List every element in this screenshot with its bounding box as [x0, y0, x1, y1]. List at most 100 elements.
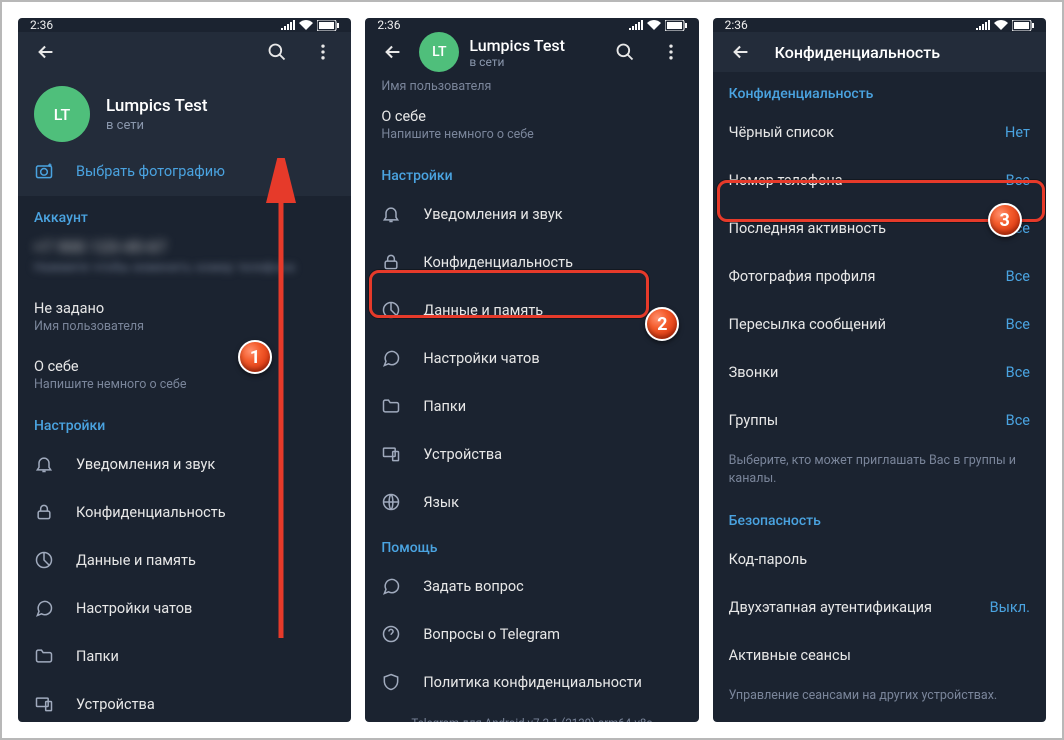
privacy-photo[interactable]: Фотография профиля Все [713, 252, 1046, 300]
arrow-left-icon [730, 41, 752, 63]
choose-photo-label: Выбрать фотографию [76, 163, 335, 180]
folder-icon [34, 646, 54, 666]
security-sessions[interactable]: Активные сеансы [713, 631, 1046, 679]
chat-question-icon [381, 576, 401, 596]
section-privacy: Конфиденциальность [713, 72, 1046, 108]
settings-folders[interactable]: Папки [18, 632, 351, 680]
screen-2-settings-scrolled: 2:36 LT Lumpics Test в сети Имя п [365, 18, 698, 722]
globe-icon [381, 492, 401, 512]
page-title: Конфиденциальность [767, 43, 940, 62]
profile-name: Lumpics Test [106, 96, 208, 116]
wifi-icon [994, 20, 1008, 30]
choose-photo-row[interactable]: Выбрать фотографию [18, 152, 351, 196]
more-button[interactable] [651, 32, 691, 72]
lock-icon [34, 502, 54, 522]
arrow-left-icon [382, 41, 404, 63]
folder-icon [381, 396, 401, 416]
arrow-left-icon [35, 41, 57, 63]
step-badge-3: 3 [988, 203, 1022, 237]
toolbar-status: в сети [469, 55, 598, 69]
security-twofa[interactable]: Двухэтапная аутентификация Выкл. [713, 583, 1046, 631]
status-icons [281, 20, 339, 31]
settings-notifications[interactable]: Уведомления и звук [365, 190, 698, 238]
settings-privacy[interactable]: Конфиденциальность [365, 238, 698, 286]
section-security: Безопасность [713, 499, 1046, 535]
section-account: Аккаунт [18, 196, 351, 232]
security-passcode[interactable]: Код-пароль [713, 535, 1046, 583]
avatar-small[interactable]: LT [419, 32, 459, 72]
more-vertical-icon [313, 42, 333, 62]
phone-row-blurred[interactable]: +7 900 123-45-67 Нажмите чтобы изменить … [18, 232, 351, 288]
step-badge-1: 1 [238, 340, 272, 374]
help-faq[interactable]: Вопросы о Telegram [365, 610, 698, 658]
status-icons [629, 20, 687, 31]
toolbar [18, 32, 351, 72]
username-sub: Имя пользователя [34, 319, 335, 334]
search-icon [267, 42, 287, 62]
section-settings: Настройки [365, 154, 698, 190]
section-help: Помощь [365, 526, 698, 562]
battery-icon [317, 20, 339, 31]
search-button[interactable] [257, 32, 297, 72]
settings-chat[interactable]: Настройки чатов [18, 584, 351, 632]
battery-icon [1012, 20, 1034, 31]
settings-chat[interactable]: Настройки чатов [365, 334, 698, 382]
privacy-blacklist[interactable]: Чёрный список Нет [713, 108, 1046, 156]
chat-icon [381, 348, 401, 368]
more-button[interactable] [303, 32, 343, 72]
settings-devices[interactable]: Устройства [365, 430, 698, 478]
username-value: Не задано [34, 300, 335, 317]
toolbar-name: Lumpics Test [469, 36, 598, 55]
privacy-forward[interactable]: Пересылка сообщений Все [713, 300, 1046, 348]
back-button[interactable] [373, 32, 413, 72]
back-button[interactable] [721, 32, 761, 72]
settings-language[interactable]: Язык [365, 478, 698, 526]
camera-add-icon [34, 160, 54, 182]
settings-devices[interactable]: Устройства [18, 680, 351, 722]
privacy-note: Выберите, кто может приглашать Вас в гру… [713, 444, 1046, 499]
delete-account-link[interactable]: Удалить мой аккаунт [713, 717, 1046, 723]
status-time: 2:36 [377, 18, 400, 32]
signal-icon [976, 20, 990, 30]
avatar-initials: LT [54, 105, 70, 124]
statusbar: 2:36 [365, 18, 698, 32]
about-row[interactable]: О себе Напишите немного о себе [18, 346, 351, 404]
settings-privacy[interactable]: Конфиденциальность [18, 488, 351, 536]
username-sub: Имя пользователя [381, 79, 491, 94]
search-icon [615, 42, 635, 62]
signal-icon [281, 20, 295, 30]
about-row[interactable]: О себе Напишите немного о себе [365, 96, 698, 154]
privacy-calls[interactable]: Звонки Все [713, 348, 1046, 396]
search-button[interactable] [605, 32, 645, 72]
profile-status: в сети [106, 118, 208, 133]
pie-icon [381, 300, 401, 320]
privacy-groups[interactable]: Группы Все [713, 396, 1046, 444]
lock-icon [381, 252, 401, 272]
status-icons [976, 20, 1034, 31]
about-value: О себе [34, 358, 335, 375]
settings-data[interactable]: Данные и память [18, 536, 351, 584]
avatar[interactable]: LT [34, 86, 90, 142]
privacy-phone[interactable]: Номер телефона Все [713, 156, 1046, 204]
status-time: 2:36 [30, 18, 53, 32]
settings-notifications[interactable]: Уведомления и звук [18, 440, 351, 488]
more-vertical-icon [661, 42, 681, 62]
devices-icon [381, 444, 401, 464]
status-time: 2:36 [725, 18, 748, 32]
battery-icon [665, 20, 687, 31]
section-settings: Настройки [18, 404, 351, 440]
toolbar: Конфиденциальность [713, 32, 1046, 72]
bell-icon [381, 204, 401, 224]
help-policy[interactable]: Политика конфиденциальности [365, 658, 698, 706]
settings-folders[interactable]: Папки [365, 382, 698, 430]
chat-icon [34, 598, 54, 618]
help-icon [381, 624, 401, 644]
screen-3-privacy: 2:36 Конфиденциальность Конфиденциальнос… [713, 18, 1046, 722]
devices-icon [34, 694, 54, 714]
help-ask[interactable]: Задать вопрос [365, 562, 698, 610]
wifi-icon [299, 20, 313, 30]
signal-icon [629, 20, 643, 30]
bell-icon [34, 454, 54, 474]
username-row[interactable]: Не задано Имя пользователя [18, 288, 351, 346]
back-button[interactable] [26, 32, 66, 72]
